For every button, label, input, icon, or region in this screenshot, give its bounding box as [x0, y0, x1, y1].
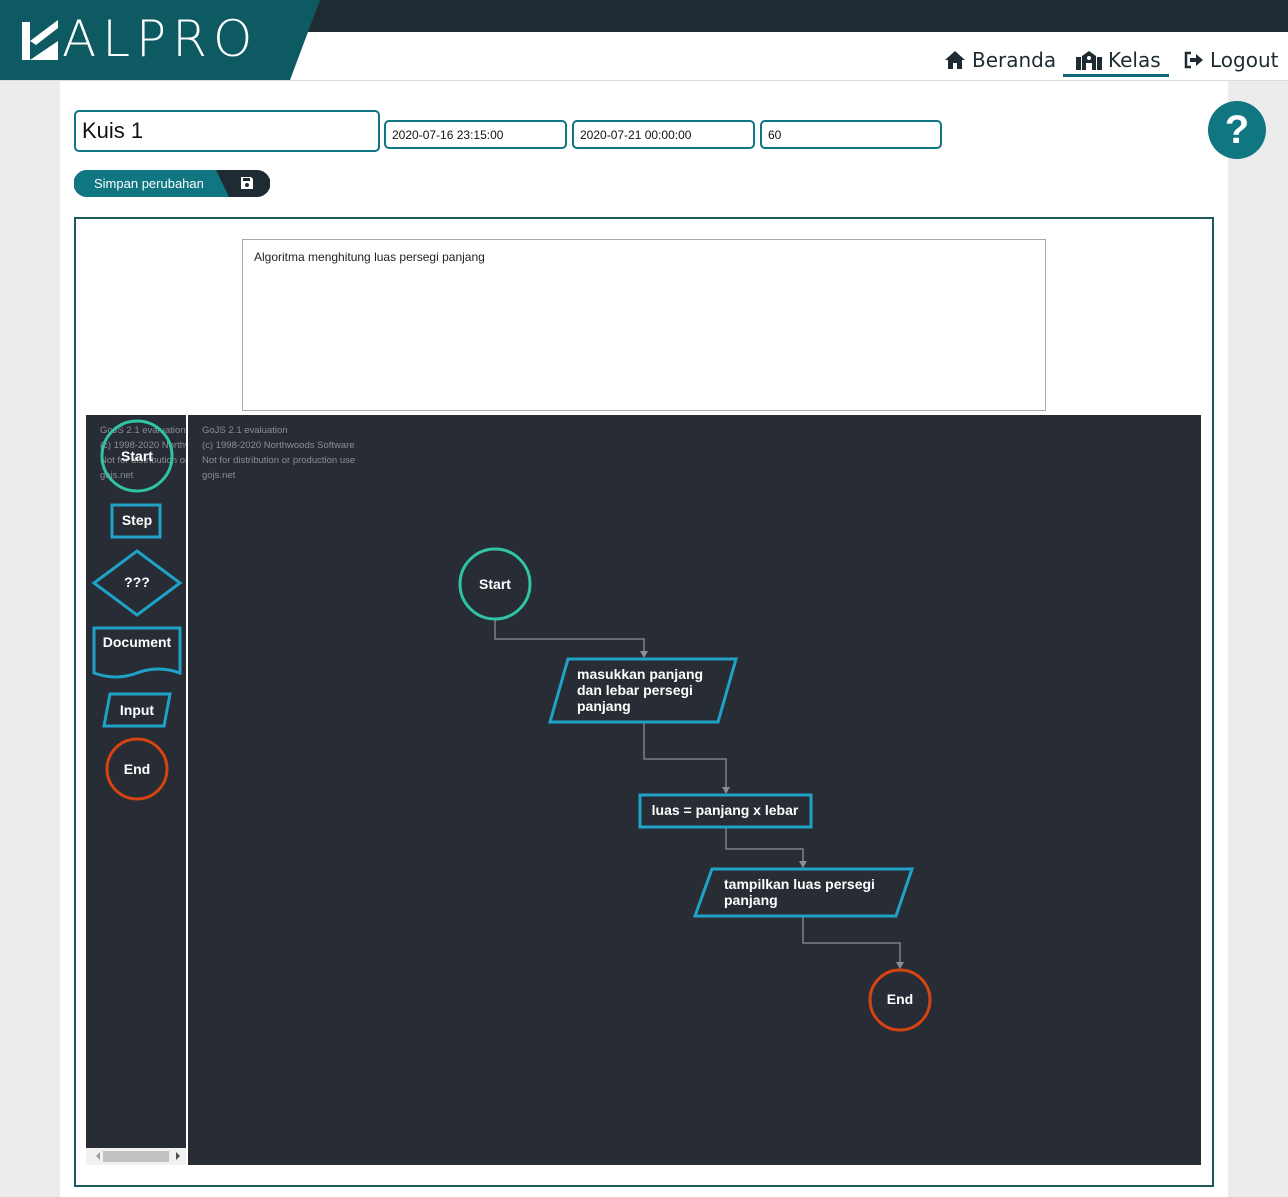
shape-palette[interactable]: GoJS 2.1 evaluation(c) 1998-2020 Northwo…: [86, 415, 186, 1165]
palette-document[interactable]: Document: [92, 626, 182, 679]
quiz-title-input[interactable]: [74, 110, 380, 152]
flow-start-label: Start: [479, 576, 511, 592]
palette-input-label: Input: [120, 702, 155, 718]
flow-input-line1: masukkan panjang: [577, 666, 703, 682]
flow-process-node[interactable]: luas = panjang x lebar: [638, 793, 813, 829]
flow-output-line1: tampilkan luas persegi: [724, 876, 875, 892]
end-datetime-input[interactable]: [572, 120, 755, 149]
home-icon: [945, 51, 965, 69]
link-start-input: [494, 619, 645, 653]
floppy-disk-icon: [241, 177, 253, 189]
flowchart-diagram: Start masukkan panjang dan lebar persegi…: [458, 547, 932, 1032]
help-button[interactable]: ?: [1208, 101, 1266, 159]
nav-logout[interactable]: Logout: [1184, 40, 1278, 80]
duration-input[interactable]: [760, 120, 942, 149]
logout-icon: [1184, 51, 1203, 69]
save-button-label: Simpan perubahan: [94, 176, 204, 191]
flow-start-node[interactable]: Start: [458, 547, 532, 621]
palette-decision[interactable]: ???: [91, 549, 183, 617]
logo[interactable]: ALPRO: [0, 0, 330, 80]
start-datetime-input[interactable]: [384, 120, 567, 149]
logo-text: ALPRO: [62, 10, 259, 68]
flow-end-label: End: [887, 991, 913, 1007]
palette-end-label: End: [124, 761, 150, 777]
palette-document-label: Document: [103, 634, 172, 650]
flow-input-line3: panjang: [577, 698, 631, 714]
palette-scrollbar[interactable]: [86, 1148, 186, 1165]
palette-step[interactable]: Step: [110, 503, 162, 539]
flow-input-node[interactable]: masukkan panjang dan lebar persegi panja…: [548, 657, 738, 724]
scroll-left-arrow-icon: [96, 1152, 100, 1160]
flow-process-label: luas = panjang x lebar: [652, 802, 799, 818]
description-textarea[interactable]: Algoritma menghitung luas persegi panjan…: [242, 239, 1046, 411]
palette-shapes: Start Step ??? Document Input End: [91, 419, 183, 801]
scroll-right-arrow-icon: [176, 1152, 180, 1160]
save-changes-button[interactable]: Simpan perubahan: [74, 170, 270, 197]
palette-step-label: Step: [122, 512, 152, 528]
school-icon: [1076, 51, 1102, 70]
top-navbar: ALPRO Beranda Kelas Logout: [0, 0, 1288, 80]
link-output-end: [802, 916, 901, 964]
palette-start-label: Start: [121, 448, 153, 464]
palette-input[interactable]: Input: [102, 692, 172, 728]
flow-input-line2: dan lebar persegi: [577, 682, 693, 698]
flow-output-line2: panjang: [724, 892, 778, 908]
nav-active-indicator: [1063, 74, 1169, 77]
nav-logout-label: Logout: [1210, 48, 1279, 72]
description-text: Algoritma menghitung luas persegi panjan…: [254, 250, 485, 264]
question-icon: ?: [1224, 108, 1250, 152]
palette-end[interactable]: End: [105, 737, 169, 801]
scroll-thumb: [103, 1151, 169, 1162]
nav-beranda-label: Beranda: [972, 48, 1057, 72]
scrollbar-graphic: [96, 1151, 180, 1162]
flow-end-node[interactable]: End: [868, 968, 932, 1032]
nav-kelas-label: Kelas: [1108, 48, 1161, 72]
palette-decision-label: ???: [124, 574, 150, 590]
link-input-process: [643, 723, 727, 789]
nav-beranda[interactable]: Beranda: [944, 40, 1056, 80]
diagram-canvas[interactable]: GoJS 2.1 evaluation (c) 1998-2020 Northwo…: [188, 415, 1201, 1165]
flow-output-node[interactable]: tampilkan luas persegi panjang: [692, 867, 915, 918]
palette-start[interactable]: Start: [100, 419, 174, 493]
link-process-output: [725, 828, 804, 863]
